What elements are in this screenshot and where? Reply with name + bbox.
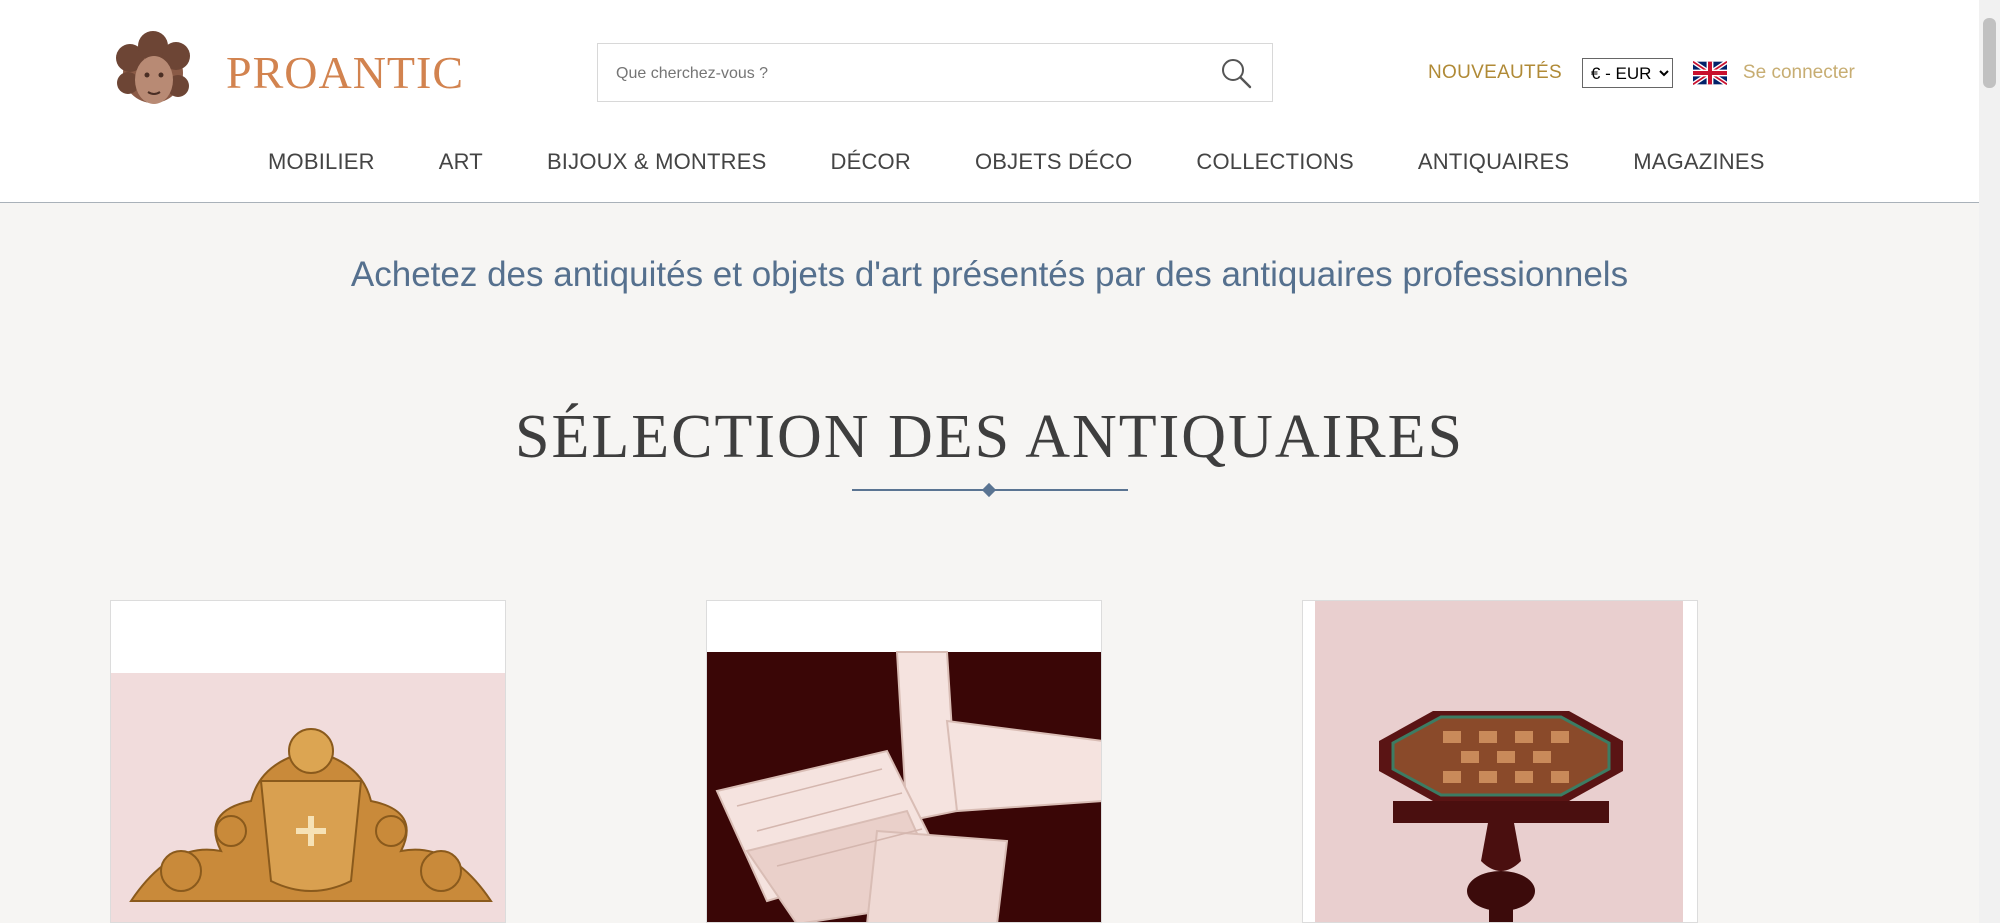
logo[interactable]: PROANTIC [108, 20, 463, 122]
page-scrollbar[interactable] [1979, 0, 2000, 923]
title-divider-ornament [981, 482, 997, 498]
nav-item-collections[interactable]: COLLECTIONS [1196, 149, 1353, 175]
nouveautes-link[interactable]: NOUVEAUTÉS [1428, 62, 1562, 84]
header-utilities: NOUVEAUTÉS € - EUR Se connecter [1428, 58, 1855, 88]
nav-item-antiquaires[interactable]: ANTIQUAIRES [1418, 149, 1569, 175]
nav-item-mobilier[interactable]: MOBILIER [268, 149, 375, 175]
currency-select[interactable]: € - EUR [1581, 58, 1673, 88]
site-header: PROANTIC NOUVEAUTÉS € - EUR Se connecter… [0, 0, 1979, 203]
product-image-lace-linens[interactable] [707, 601, 1102, 923]
uk-flag-icon[interactable] [1692, 61, 1727, 85]
product-card[interactable] [110, 600, 506, 923]
product-card[interactable] [706, 600, 1102, 923]
antiquaires-selection [108, 528, 1850, 923]
search-input[interactable] [614, 56, 1178, 92]
search-icon[interactable] [1218, 55, 1254, 91]
scrollbar-thumb[interactable] [1983, 18, 1996, 88]
logo-text: PROANTIC [226, 47, 465, 98]
product-image-octagonal-table[interactable] [1303, 601, 1698, 923]
main-nav: MOBILIER ART BIJOUX & MONTRES DÉCOR OBJE… [108, 123, 1850, 201]
login-link[interactable]: Se connecter [1743, 62, 1855, 84]
nav-item-art[interactable]: ART [439, 149, 483, 175]
logo-head-icon [116, 31, 190, 104]
page-tagline: Achetez des antiquités et objets d'art p… [350, 255, 1629, 294]
nav-item-bijoux-montres[interactable]: BIJOUX & MONTRES [547, 149, 767, 175]
product-image-gilded-crest[interactable] [111, 601, 506, 923]
nav-item-objets-deco[interactable]: OBJETS DÉCO [975, 149, 1132, 175]
nav-item-decor[interactable]: DÉCOR [831, 149, 911, 175]
search-bar [597, 43, 1273, 102]
nav-item-magazines[interactable]: MAGAZINES [1633, 149, 1764, 175]
product-card[interactable] [1302, 600, 1698, 923]
section-title: SÉLECTION DES ANTIQUAIRES [515, 403, 1464, 471]
